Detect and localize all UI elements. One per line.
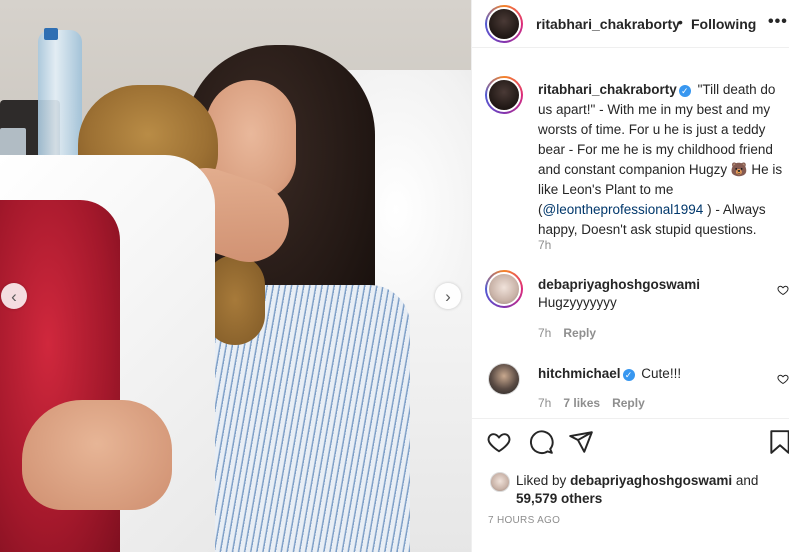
carousel-next-button[interactable]: › — [435, 283, 461, 309]
comment-avatar[interactable] — [485, 270, 523, 308]
post-timestamp[interactable]: 7 HOURS AGO — [488, 515, 560, 526]
photo-bottle-cap — [44, 28, 58, 40]
comment-like-heart-icon[interactable] — [777, 284, 789, 299]
author-username[interactable]: ritabhari_chakraborty — [536, 16, 680, 32]
caption-body-part1: "Till death do us apart!" - With me in m… — [538, 82, 783, 217]
caption-avatar[interactable] — [485, 76, 523, 114]
comment-avatar[interactable] — [488, 363, 520, 395]
comment-meta: 7h 7 likes Reply — [538, 396, 645, 410]
reply-button[interactable]: Reply — [612, 396, 645, 410]
comments-section[interactable]: ritabhari_chakraborty ✓ "Till death do us… — [472, 48, 789, 418]
comment-username[interactable]: debapriyaghoshgoswami — [538, 277, 700, 292]
post-actions: Liked by debapriyaghoshgoswami and 59,57… — [472, 418, 789, 552]
comment-time[interactable]: 7h — [538, 326, 551, 340]
share-icon[interactable] — [568, 429, 594, 460]
more-icon[interactable]: ••• — [768, 13, 788, 31]
liked-by-avatar[interactable] — [490, 472, 510, 492]
comment-text: Hugzyyyyyyy — [538, 295, 617, 310]
caption-username[interactable]: ritabhari_chakraborty — [538, 82, 677, 97]
liked-by-conj: and — [735, 473, 759, 488]
post-side-panel: ritabhari_chakraborty • Following ••• ri… — [471, 0, 789, 552]
caption-timestamp[interactable]: 7h — [538, 238, 551, 252]
liked-by-user[interactable]: debapriyaghoshgoswami — [570, 473, 732, 488]
comment-time[interactable]: 7h — [538, 396, 551, 410]
heart-icon[interactable] — [486, 429, 512, 460]
photo-water-bottle — [38, 30, 82, 160]
header-separator: • — [678, 14, 683, 30]
author-avatar[interactable] — [485, 5, 523, 43]
liked-by-summary: Liked by debapriyaghoshgoswami and 59,57… — [516, 472, 786, 508]
reply-button[interactable]: Reply — [563, 326, 596, 340]
bookmark-icon[interactable] — [768, 429, 789, 460]
verified-badge-icon: ✓ — [622, 369, 635, 381]
following-button[interactable]: Following — [691, 16, 756, 32]
chevron-right-icon: › — [445, 286, 451, 306]
likes-count-link[interactable]: 59,579 others — [516, 491, 602, 506]
carousel-prev-button[interactable]: ‹ — [1, 283, 27, 309]
comment-icon[interactable] — [528, 429, 554, 460]
comment-text: Cute!!! — [641, 366, 682, 381]
caption-text: ritabhari_chakraborty ✓ "Till death do us… — [538, 80, 788, 240]
chevron-left-icon: ‹ — [11, 286, 17, 306]
comment-username[interactable]: hitchmichael — [538, 366, 621, 381]
post-photo[interactable]: ‹ › — [0, 0, 471, 552]
photo-hand — [22, 400, 172, 510]
comment-likes-count[interactable]: 7 likes — [563, 396, 600, 410]
comment-line: hitchmichael ✓ Cute!!! — [538, 366, 681, 381]
comment-meta: 7h Reply — [538, 326, 596, 340]
verified-badge-icon: ✓ — [678, 85, 691, 97]
comment-like-heart-icon[interactable] — [777, 373, 789, 388]
post-header: ritabhari_chakraborty • Following ••• — [472, 0, 789, 48]
caption-mention-link[interactable]: @leontheprofessional1994 — [543, 202, 704, 217]
liked-by-prefix: Liked by — [516, 473, 567, 488]
